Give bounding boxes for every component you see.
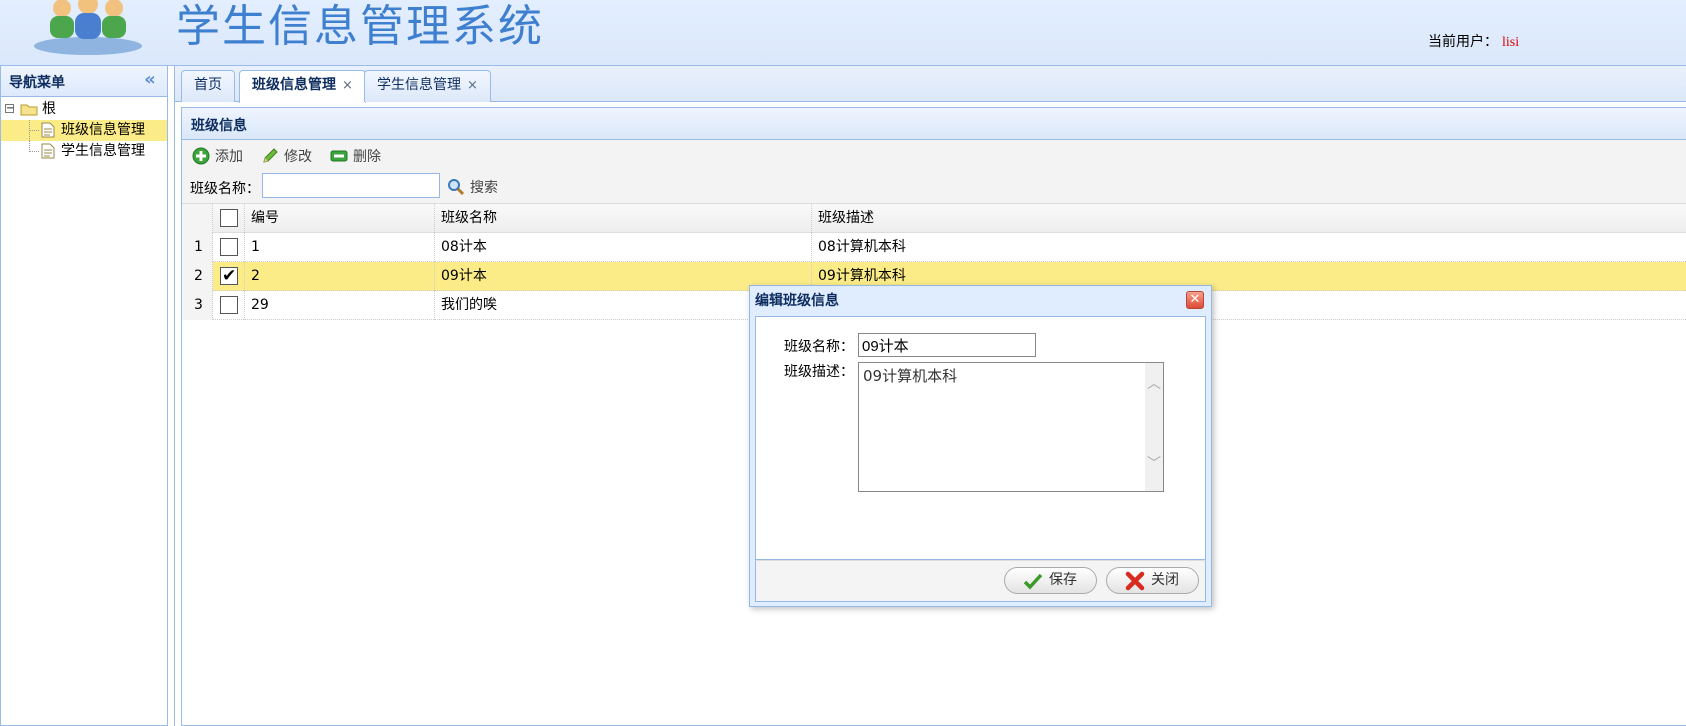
edit-class-dialog: 编辑班级信息 ✕ 班级名称： 班级描述： 09计算机本科 ︿ ﹀ 保存 关闭 [749, 285, 1212, 607]
column-header-id[interactable]: 编号 [245, 204, 435, 233]
class-desc-label: 班级描述： [784, 364, 854, 380]
nav-panel: 导航菜单 « − 根 班级信息管理 学生信息管理 [0, 66, 168, 726]
tab-student-info[interactable]: 学生信息管理 × [364, 70, 491, 102]
column-header-desc[interactable]: 班级描述 [812, 204, 1686, 233]
search-button[interactable]: 搜索 [447, 177, 498, 197]
tree-item-student-info[interactable]: 学生信息管理 [1, 141, 167, 162]
close-label: 关闭 [1151, 572, 1179, 588]
tree-item-class-info[interactable]: 班级信息管理 [1, 120, 167, 141]
checkmark-icon [1023, 573, 1043, 590]
cell-name: 08计本 [435, 233, 812, 262]
tab-label: 班级信息管理 [252, 77, 336, 93]
remove-icon [330, 150, 348, 162]
row-number: 1 [182, 233, 213, 262]
table-header-row: 编号 班级名称 班级描述 [182, 204, 1686, 233]
cell-id: 29 [245, 291, 435, 320]
cancel-x-icon [1125, 571, 1145, 591]
close-icon[interactable]: ✕ [1186, 291, 1204, 309]
search-icon [448, 179, 465, 196]
row-check-cell [213, 291, 245, 320]
document-icon [41, 143, 55, 159]
tab-home[interactable]: 首页 [181, 70, 235, 102]
pencil-icon [263, 148, 278, 163]
save-button[interactable]: 保存 [1004, 567, 1097, 594]
row-check-cell [213, 233, 245, 262]
tree-line [29, 151, 39, 152]
select-all-checkbox[interactable] [220, 209, 238, 227]
cell-desc: 08计算机本科 [818, 239, 906, 255]
column-header-name[interactable]: 班级名称 [435, 204, 812, 233]
tree-collapse-toggle-icon[interactable]: − [5, 104, 14, 114]
class-desc-value: 09计算机本科 [863, 367, 958, 385]
add-button[interactable]: 添加 [192, 146, 243, 168]
select-all-cell [213, 204, 245, 233]
nav-panel-title: 导航菜单 [9, 75, 65, 91]
tab-class-info[interactable]: 班级信息管理 × [239, 70, 366, 103]
tree-line [29, 130, 39, 131]
tree-item-label: 班级信息管理 [61, 122, 145, 138]
row-check-cell [213, 262, 245, 291]
tree-root-label: 根 [42, 101, 56, 117]
dialog-header[interactable]: 编辑班级信息 ✕ [750, 286, 1211, 314]
folder-open-icon [20, 104, 38, 116]
textarea-scrollbar[interactable]: ︿ ﹀ [1145, 363, 1163, 491]
cell-id: 1 [245, 233, 435, 262]
close-button[interactable]: 关闭 [1106, 567, 1199, 594]
tab-label: 学生信息管理 [377, 77, 461, 93]
class-name-label: 班级名称： [784, 339, 854, 355]
cell-id: 2 [245, 262, 435, 291]
row-number: 2 [182, 262, 213, 291]
tab-close-icon[interactable]: × [467, 78, 478, 93]
dialog-footer: 保存 关闭 [755, 560, 1206, 602]
current-user: 当前用户： lisi [1428, 31, 1519, 51]
delete-label: 删除 [353, 149, 381, 165]
tab-label: 首页 [194, 77, 222, 93]
users-logo-icon [34, 0, 142, 55]
panel-header: 班级信息 [182, 108, 1686, 140]
table-row[interactable]: 1 1 08计本 08计算机本科 [182, 233, 1686, 262]
document-icon [41, 122, 55, 138]
tree-item-label: 学生信息管理 [61, 143, 145, 159]
panel-title: 班级信息 [191, 118, 247, 134]
class-name-search-input[interactable] [262, 173, 440, 198]
add-label: 添加 [215, 149, 243, 165]
app-header: 学生信息管理系统 当前用户： lisi [0, 0, 1686, 66]
scroll-down-icon[interactable]: ﹀ [1147, 453, 1161, 473]
add-icon [192, 147, 210, 165]
save-label: 保存 [1049, 572, 1077, 588]
app-title: 学生信息管理系统 [176, 1, 544, 52]
current-user-label: 当前用户： [1428, 34, 1498, 50]
row-checkbox[interactable] [220, 296, 238, 314]
nav-panel-header: 导航菜单 « [1, 66, 167, 97]
delete-button[interactable]: 删除 [330, 146, 381, 168]
tab-close-icon[interactable]: × [342, 78, 353, 93]
dialog-body: 班级名称： 班级描述： 09计算机本科 ︿ ﹀ [755, 316, 1206, 560]
search-button-label: 搜索 [470, 180, 498, 196]
edit-label: 修改 [284, 149, 312, 165]
row-checkbox[interactable] [220, 238, 238, 256]
row-number-header [182, 204, 213, 233]
tab-bar: 首页 班级信息管理 × 学生信息管理 × [175, 66, 1686, 103]
edit-button[interactable]: 修改 [261, 146, 312, 168]
current-user-name: lisi [1502, 35, 1520, 50]
row-checkbox[interactable] [220, 262, 238, 291]
search-label: 班级名称： [190, 181, 260, 197]
class-desc-textarea[interactable]: 09计算机本科 ︿ ﹀ [858, 362, 1164, 492]
dialog-title: 编辑班级信息 [755, 293, 839, 309]
collapse-left-icon[interactable]: « [141, 71, 159, 89]
tree-node-root[interactable]: − 根 [1, 99, 167, 120]
scroll-up-icon[interactable]: ︿ [1147, 373, 1161, 393]
row-number: 3 [182, 291, 213, 320]
toolbar: 添加 修改 删除 班级名称： 搜索 [182, 140, 1686, 204]
class-name-field[interactable] [858, 333, 1036, 357]
